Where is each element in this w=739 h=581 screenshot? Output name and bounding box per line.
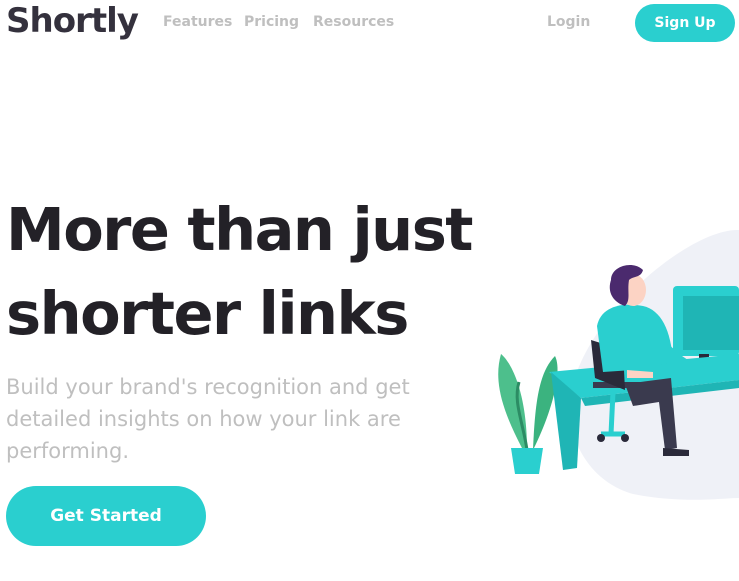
hero-subtitle: Build your brand's recognition and get d…: [6, 375, 410, 463]
signup-button[interactable]: Sign Up: [635, 4, 735, 42]
working-person-illustration: [498, 229, 739, 500]
nav-link-resources[interactable]: Resources: [313, 14, 394, 30]
login-link[interactable]: Login: [547, 14, 590, 30]
nav-link-features[interactable]: Features: [163, 14, 232, 30]
plant-pot-icon: [511, 448, 543, 474]
nav-link-pricing[interactable]: Pricing: [244, 14, 299, 30]
get-started-button[interactable]: Get Started: [6, 486, 206, 546]
hero-title: More than just shorter links: [6, 195, 474, 348]
plant-leaves-icon: [498, 354, 527, 450]
logo[interactable]: Shortly: [6, 1, 139, 41]
